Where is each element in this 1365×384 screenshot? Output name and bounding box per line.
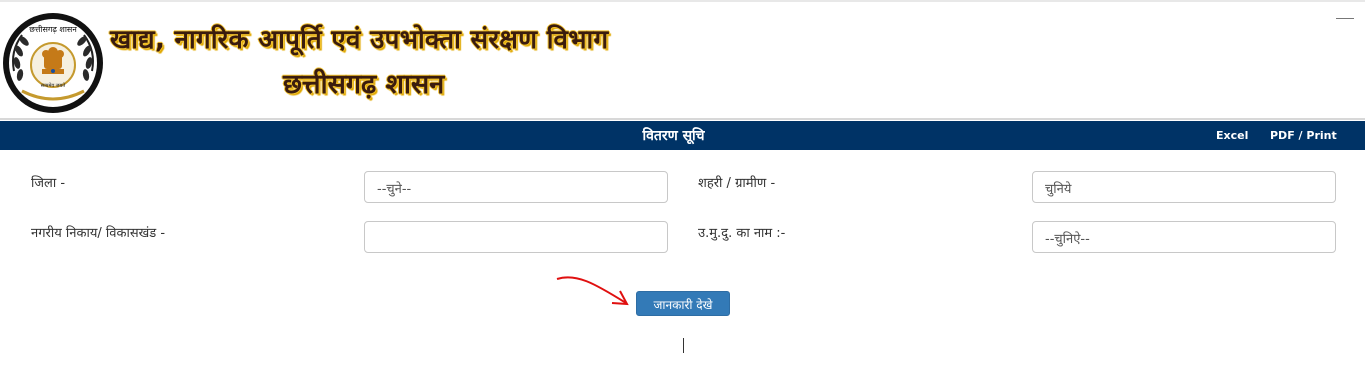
shop-name-select[interactable]: --चुनिऐ-- <box>1032 221 1336 253</box>
body-block-select[interactable] <box>364 221 668 253</box>
state-emblem-icon: छत्तीसगढ़ शासन सत्यमेव जयते <box>3 13 103 113</box>
urban-rural-select-value: चुनिये <box>1045 182 1072 197</box>
excel-export-link[interactable]: Excel <box>1216 129 1248 142</box>
district-select[interactable]: --चुने-- <box>364 171 668 203</box>
page-title: वितरण सूचि <box>642 128 705 144</box>
shop-name-select-value: --चुनिऐ-- <box>1045 232 1090 247</box>
navbar: वितरण सूचि Excel PDF / Print <box>0 121 1365 150</box>
emblem-motto: सत्यमेव जयते <box>41 82 66 89</box>
site-header: छत्तीसगढ़ शासन सत्यमेव जयते खाद्य, नागरि… <box>0 2 1365 118</box>
district-select-value: --चुने-- <box>377 182 412 197</box>
district-label: जिला - <box>31 176 66 191</box>
red-arrow-annotation-icon <box>556 276 629 306</box>
menu-dash <box>1336 18 1354 19</box>
urban-rural-label: शहरी / ग्रामीण - <box>698 176 776 191</box>
body-block-label: नगरीय निकाय/ विकासखंड - <box>31 226 166 241</box>
urban-rural-select[interactable]: चुनिये <box>1032 171 1336 203</box>
emblem-top-text: छत्तीसगढ़ शासन <box>29 24 77 34</box>
department-title: खाद्य, नागरिक आपूर्ति एवं उपभोक्ता संरक्… <box>110 25 609 55</box>
text-cursor <box>683 338 684 353</box>
shop-name-label: उ.मु.दु. का नाम :- <box>698 226 786 241</box>
view-info-button[interactable]: जानकारी देखे <box>636 291 730 316</box>
header-divider <box>0 118 1365 120</box>
pdf-print-link[interactable]: PDF / Print <box>1270 129 1337 142</box>
government-title: छत्तीसगढ़ शासन <box>283 69 445 100</box>
